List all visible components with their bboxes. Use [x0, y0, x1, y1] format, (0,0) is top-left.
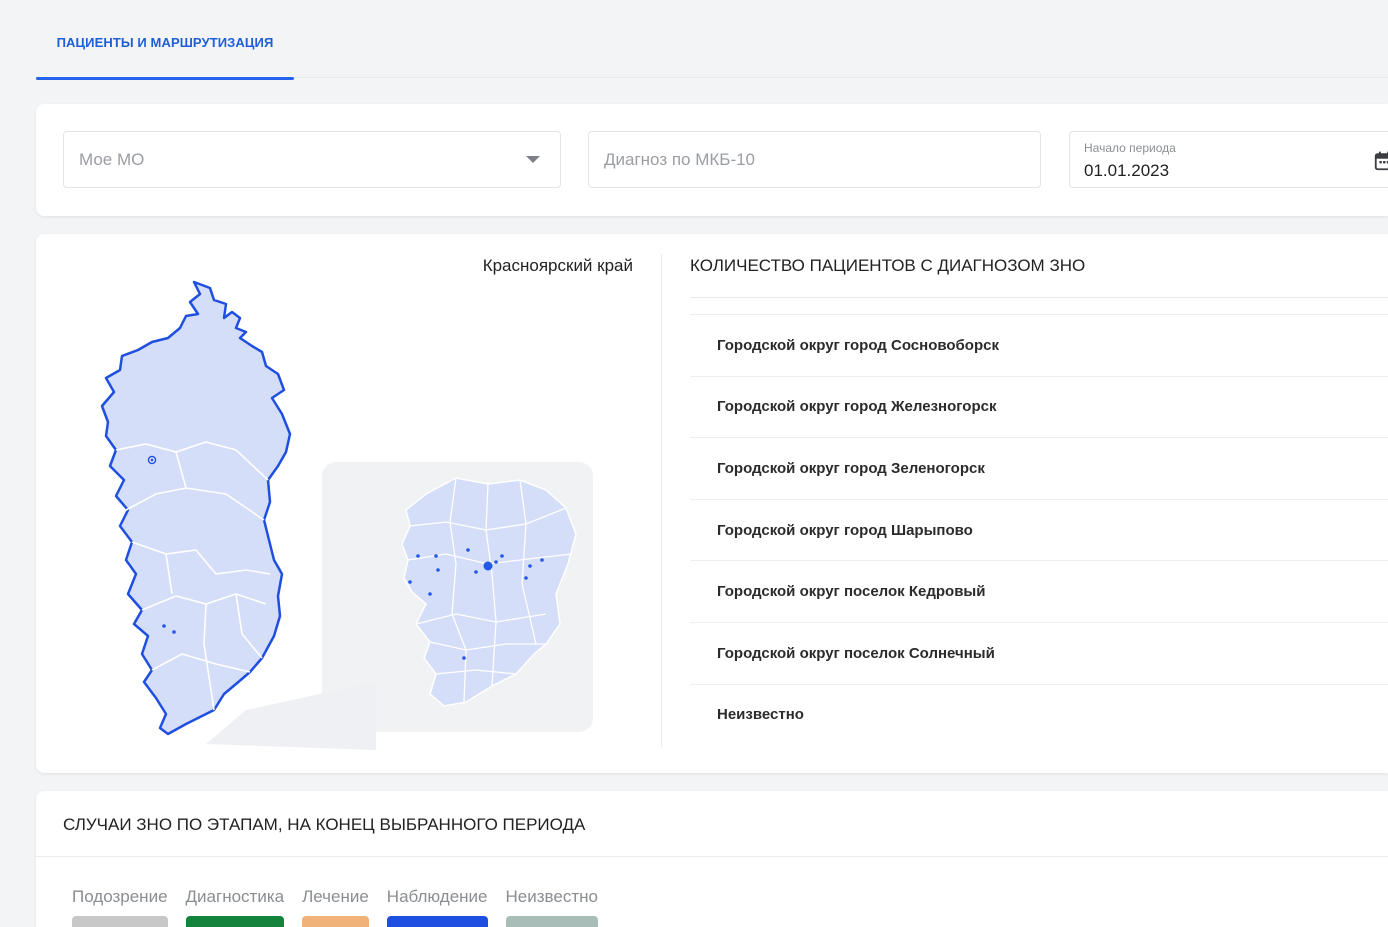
zoom-connector — [206, 682, 376, 750]
legend-label: Подозрение — [72, 887, 168, 906]
legend-label: Неизвестно — [505, 887, 598, 906]
mo-select-placeholder: Мое МО — [79, 150, 145, 169]
period-start-value: 01.01.2023 — [1084, 161, 1170, 180]
period-start-field[interactable]: Начало периода 01.01.2023 — [1069, 131, 1388, 188]
legend-label: Лечение — [302, 887, 369, 906]
list-item[interactable]: Городской округ город Шарыпово — [690, 498, 1388, 561]
tab-label: ПАЦИЕНТЫ И МАРШРУТИЗАЦИЯ — [56, 34, 274, 50]
diagnosis-input-placeholder: Диагноз по МКБ-10 — [604, 150, 756, 169]
legend-color-bar — [185, 916, 285, 927]
card-divider — [661, 254, 662, 747]
stages-card: СЛУЧАИ ЗНО ПО ЭТАПАМ, НА КОНЕЦ ВЫБРАННОГ… — [36, 791, 1388, 927]
patients-list-title: КОЛИЧЕСТВО ПАЦИЕНТОВ С ДИАГНОЗОМ ЗНО — [690, 256, 1086, 275]
calendar-icon[interactable] — [1373, 150, 1388, 172]
legend-color-bar — [302, 916, 369, 927]
list-item[interactable]: Городской округ город Железногорск — [690, 375, 1388, 438]
period-start-label: Начало периода — [1084, 141, 1176, 155]
legend-label: Наблюдение — [386, 887, 488, 906]
legend-item-unknown[interactable]: Неизвестно — [505, 887, 598, 927]
list-item[interactable]: Городской округ поселок Солнечный — [690, 621, 1388, 684]
list-item[interactable]: Городской округ город Сосновоборск — [690, 314, 1388, 376]
chevron-down-icon[interactable] — [526, 156, 540, 163]
filters-panel: Мое МО Диагноз по МКБ-10 Начало периода … — [36, 104, 1388, 216]
region-map[interactable] — [86, 274, 606, 754]
legend-label: Диагностика — [185, 887, 285, 906]
legend-item-suspicion[interactable]: Подозрение — [72, 887, 168, 927]
active-tab-indicator — [36, 77, 294, 80]
page: ПАЦИЕНТЫ И МАРШРУТИЗАЦИЯ Мое МО Диагноз … — [0, 0, 1388, 927]
stages-header-divider — [36, 856, 1388, 857]
tab-patients-routing[interactable]: ПАЦИЕНТЫ И МАРШРУТИЗАЦИЯ — [36, 6, 294, 80]
mo-select[interactable]: Мое МО — [63, 131, 561, 188]
list-header-divider — [690, 297, 1388, 298]
list-item[interactable]: Городской округ город Зеленогорск — [690, 437, 1388, 499]
map-and-list-card: Красноярский край КОЛИЧЕСТВО ПАЦИЕНТОВ С… — [36, 234, 1388, 773]
legend-item-diagnostics[interactable]: Диагностика — [185, 887, 285, 927]
tab-bar: ПАЦИЕНТЫ И МАРШРУТИЗАЦИЯ — [36, 6, 1388, 80]
legend-item-treatment[interactable]: Лечение — [302, 887, 369, 927]
list-item[interactable]: Неизвестно — [690, 683, 1388, 746]
region-title: Красноярский край — [482, 256, 633, 275]
legend-color-bar — [505, 916, 598, 927]
patients-list: Городской округ город Сосновоборск Город… — [690, 314, 1388, 745]
legend-color-bar — [386, 916, 488, 927]
legend-item-observation[interactable]: Наблюдение — [386, 887, 488, 927]
legend-color-bar — [72, 916, 168, 927]
stages-legend: Подозрение Диагностика Лечение Наблюдени… — [72, 887, 598, 927]
inset-map[interactable] — [401, 477, 577, 707]
stages-title: СЛУЧАИ ЗНО ПО ЭТАПАМ, НА КОНЕЦ ВЫБРАННОГ… — [63, 815, 586, 834]
list-item[interactable]: Городской округ поселок Кедровый — [690, 560, 1388, 622]
diagnosis-input[interactable]: Диагноз по МКБ-10 — [588, 131, 1041, 188]
